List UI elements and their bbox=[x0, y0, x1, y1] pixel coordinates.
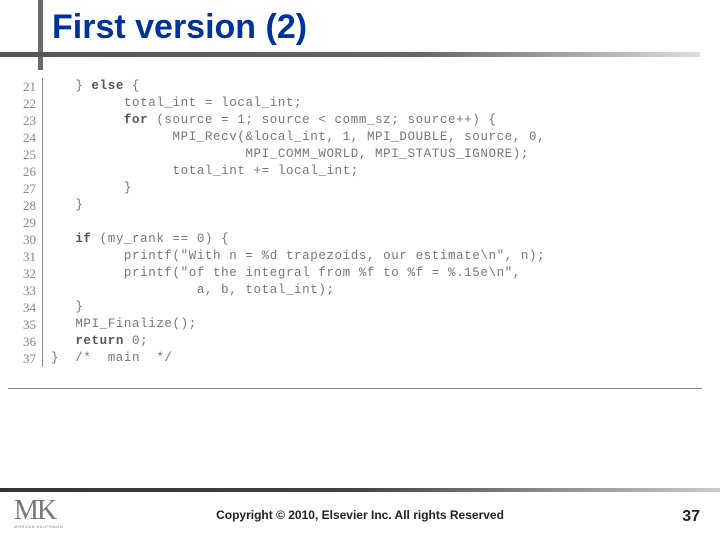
code-bottom-divider bbox=[8, 388, 702, 389]
code-text: printf("With n = %d trapezoids, our esti… bbox=[43, 248, 546, 265]
line-number: 36 bbox=[10, 333, 43, 350]
code-line: 22 total_int = local_int; bbox=[10, 95, 545, 112]
page-number: 37 bbox=[682, 508, 700, 526]
code-text: total_int = local_int; bbox=[43, 95, 546, 112]
line-number: 24 bbox=[10, 129, 43, 146]
line-number: 34 bbox=[10, 299, 43, 316]
code-line: 33 a, b, total_int); bbox=[10, 282, 545, 299]
logo-subtext: MORGAN KAUFMANN bbox=[14, 524, 66, 529]
line-number: 29 bbox=[10, 214, 43, 231]
code-text: MPI_Recv(&local_int, 1, MPI_DOUBLE, sour… bbox=[43, 129, 546, 146]
line-number: 35 bbox=[10, 316, 43, 333]
code-line: 29 bbox=[10, 214, 545, 231]
code-text: } /* main */ bbox=[43, 350, 546, 367]
code-text: } bbox=[43, 180, 546, 197]
code-text: for (source = 1; source < comm_sz; sourc… bbox=[43, 112, 546, 129]
code-text: return 0; bbox=[43, 333, 546, 350]
footer-divider bbox=[0, 488, 720, 492]
code-line: 27 } bbox=[10, 180, 545, 197]
line-number: 23 bbox=[10, 112, 43, 129]
code-text: MPI_COMM_WORLD, MPI_STATUS_IGNORE); bbox=[43, 146, 546, 163]
code-line: 35 MPI_Finalize(); bbox=[10, 316, 545, 333]
line-number: 33 bbox=[10, 282, 43, 299]
line-number: 26 bbox=[10, 163, 43, 180]
code-text: } else { bbox=[43, 78, 546, 95]
code-table: 21 } else {22 total_int = local_int;23 f… bbox=[10, 78, 545, 367]
code-line: 25 MPI_COMM_WORLD, MPI_STATUS_IGNORE); bbox=[10, 146, 545, 163]
slide-title: First version (2) bbox=[52, 8, 307, 47]
code-text: total_int += local_int; bbox=[43, 163, 546, 180]
title-accent-vertical bbox=[38, 0, 43, 70]
code-line: 31 printf("With n = %d trapezoids, our e… bbox=[10, 248, 545, 265]
line-number: 27 bbox=[10, 180, 43, 197]
code-line: 26 total_int += local_int; bbox=[10, 163, 545, 180]
line-number: 31 bbox=[10, 248, 43, 265]
line-number: 21 bbox=[10, 78, 43, 95]
code-text: } bbox=[43, 197, 546, 214]
code-line: 30 if (my_rank == 0) { bbox=[10, 231, 545, 248]
code-text: printf("of the integral from %f to %f = … bbox=[43, 265, 546, 282]
code-line: 23 for (source = 1; source < comm_sz; so… bbox=[10, 112, 545, 129]
code-listing: 21 } else {22 total_int = local_int;23 f… bbox=[10, 78, 650, 388]
code-text: } bbox=[43, 299, 546, 316]
line-number: 32 bbox=[10, 265, 43, 282]
code-line: 32 printf("of the integral from %f to %f… bbox=[10, 265, 545, 282]
code-line: 37} /* main */ bbox=[10, 350, 545, 367]
line-number: 22 bbox=[10, 95, 43, 112]
code-text: a, b, total_int); bbox=[43, 282, 546, 299]
line-number: 25 bbox=[10, 146, 43, 163]
line-number: 28 bbox=[10, 197, 43, 214]
code-line: 36 return 0; bbox=[10, 333, 545, 350]
code-line: 34 } bbox=[10, 299, 545, 316]
code-line: 21 } else { bbox=[10, 78, 545, 95]
code-text bbox=[43, 214, 546, 231]
line-number: 30 bbox=[10, 231, 43, 248]
slide: First version (2) 21 } else {22 total_in… bbox=[0, 0, 720, 540]
line-number: 37 bbox=[10, 350, 43, 367]
code-text: MPI_Finalize(); bbox=[43, 316, 546, 333]
code-text: if (my_rank == 0) { bbox=[43, 231, 546, 248]
copyright-text: Copyright © 2010, Elsevier Inc. All righ… bbox=[0, 508, 720, 522]
code-line: 28 } bbox=[10, 197, 545, 214]
code-line: 24 MPI_Recv(&local_int, 1, MPI_DOUBLE, s… bbox=[10, 129, 545, 146]
title-accent-horizontal bbox=[0, 52, 700, 57]
